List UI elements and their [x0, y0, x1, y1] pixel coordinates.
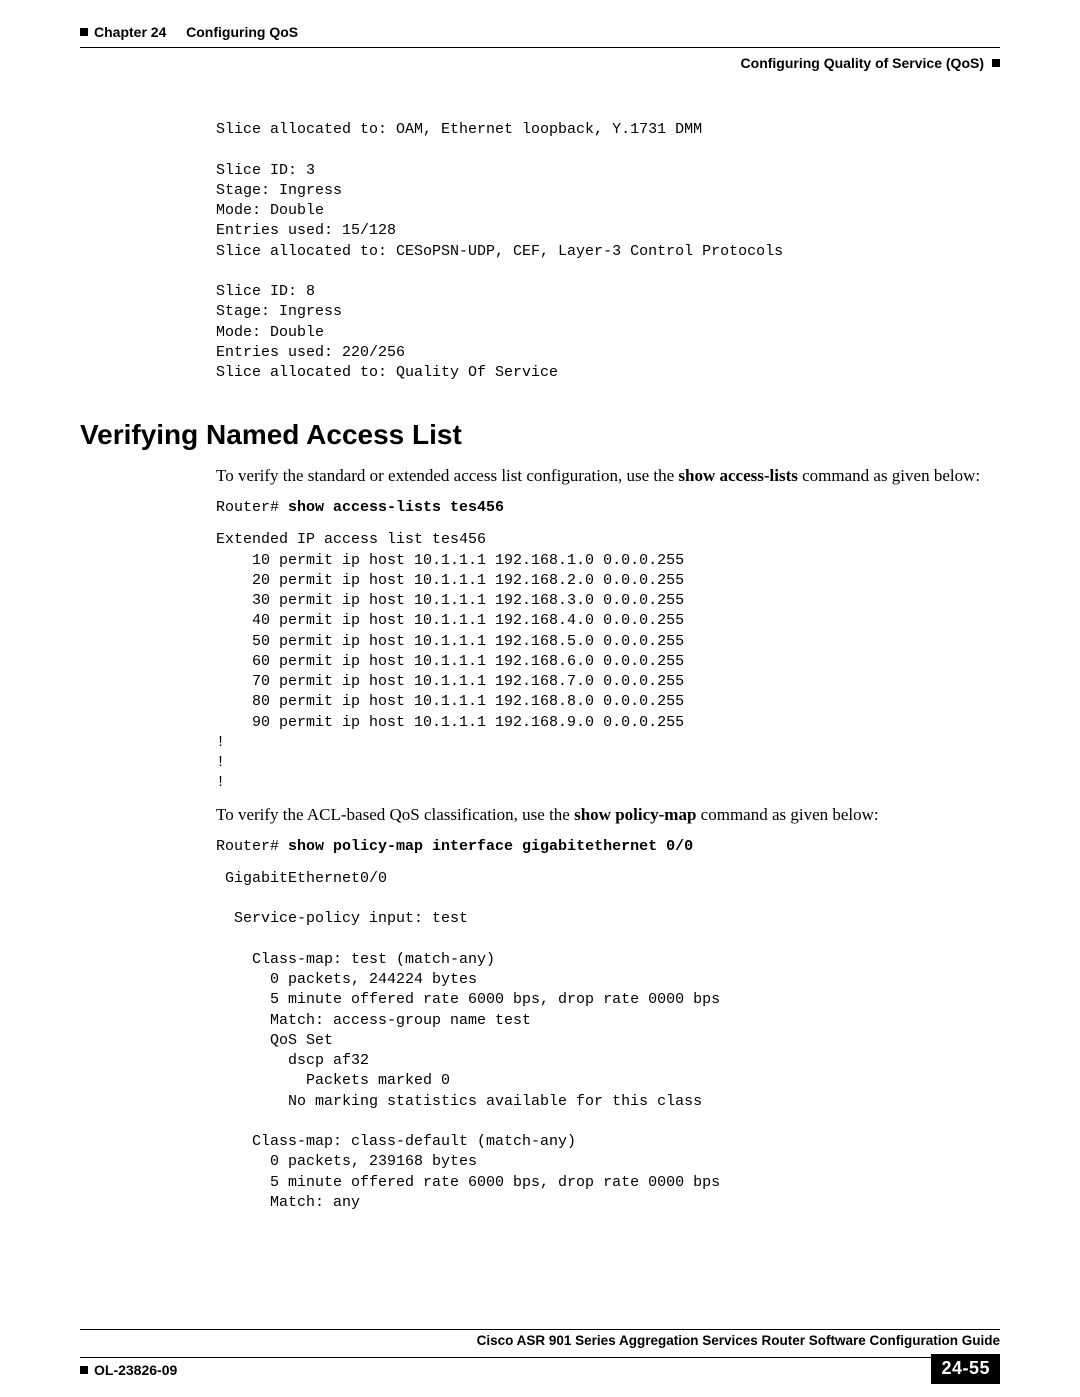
para1-pre: To verify the standard or extended acces…: [216, 466, 678, 485]
policy-map-output: GigabitEthernet0/0 Service-policy input:…: [216, 869, 1000, 1213]
content-area: Slice allocated to: OAM, Ethernet loopba…: [216, 120, 1000, 1213]
footer-guide-title: Cisco ASR 901 Series Aggregation Service…: [477, 1333, 1000, 1348]
page-number: 24-55: [941, 1358, 990, 1378]
router-prompt: Router#: [216, 499, 288, 516]
square-icon: [80, 28, 88, 36]
running-header-top: Chapter 24 Configuring QoS: [80, 24, 1000, 40]
router-prompt: Router#: [216, 838, 288, 855]
intro-paragraph-1: To verify the standard or extended acces…: [216, 465, 1000, 488]
intro-paragraph-2: To verify the ACL-based QoS classificati…: [216, 804, 1000, 827]
para1-post: command as given below:: [798, 466, 980, 485]
footer-rule-top: [80, 1329, 1000, 1330]
tcam-slice-output: Slice allocated to: OAM, Ethernet loopba…: [216, 120, 1000, 383]
show-access-lists-command: Router# show access-lists tes456: [216, 498, 1000, 518]
footer-rule-bottom: [80, 1357, 1000, 1358]
square-icon: [992, 59, 1000, 67]
chapter-label: Chapter 24: [94, 24, 166, 40]
footer-doc-id: OL-23826-09: [80, 1362, 177, 1378]
cmd1-text: show access-lists tes456: [288, 499, 504, 516]
page: Chapter 24 Configuring QoS Configuring Q…: [0, 0, 1080, 1397]
section-heading: Verifying Named Access List: [80, 419, 1000, 451]
para2-pre: To verify the ACL-based QoS classificati…: [216, 805, 574, 824]
cmd2-text: show policy-map interface gigabitetherne…: [288, 838, 693, 855]
access-list-output: Extended IP access list tes456 10 permit…: [216, 530, 1000, 793]
page-number-box: 24-55: [931, 1354, 1000, 1384]
doc-id-text: OL-23826-09: [94, 1362, 177, 1378]
chapter-title: Configuring QoS: [186, 24, 298, 40]
para2-bold-cmd: show policy-map: [574, 805, 696, 824]
header-rule: [80, 47, 1000, 48]
para1-bold-cmd: show access-lists: [678, 466, 797, 485]
running-header-sub: Configuring Quality of Service (QoS): [741, 55, 1000, 71]
show-policy-map-command: Router# show policy-map interface gigabi…: [216, 837, 1000, 857]
square-icon: [80, 1366, 88, 1374]
para2-post: command as given below:: [696, 805, 878, 824]
section-path: Configuring Quality of Service (QoS): [741, 55, 984, 71]
